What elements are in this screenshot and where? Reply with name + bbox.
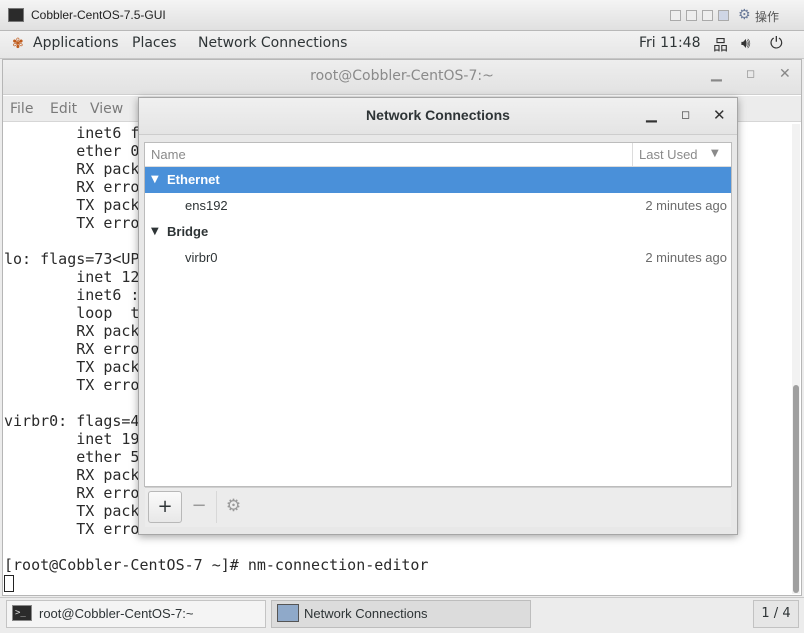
vm-settings-gear-icon[interactable]: ⚙: [738, 7, 751, 23]
sort-descending-icon[interactable]: ▼: [711, 148, 719, 159]
menu-edit[interactable]: Edit: [50, 101, 77, 117]
connection-name-virbr0[interactable]: virbr0: [185, 250, 218, 265]
terminal-close-button[interactable]: ✕: [779, 66, 791, 82]
vm-console-icon: [8, 8, 24, 22]
connections-list: [144, 142, 732, 487]
applications-icon[interactable]: ✾: [12, 36, 24, 52]
menu-view[interactable]: View: [90, 101, 123, 117]
column-header-name[interactable]: Name: [151, 147, 186, 162]
power-icon[interactable]: ⏻: [770, 33, 783, 53]
network-icon[interactable]: 品: [713, 34, 728, 55]
column-separator: [632, 143, 633, 167]
terminal-icon: >_: [12, 605, 32, 621]
volume-icon[interactable]: 🔊︎: [741, 34, 750, 52]
add-connection-button[interactable]: +: [148, 491, 182, 523]
edit-connection-gear-icon[interactable]: ⚙: [216, 491, 250, 523]
workspace-indicator[interactable]: 1 / 4: [753, 600, 799, 628]
vm-toolbar-button-3[interactable]: [702, 10, 713, 21]
terminal-maximize-button[interactable]: ◻: [746, 67, 755, 80]
vm-toolbar-button-1[interactable]: [670, 10, 681, 21]
vm-toolbar-button-4[interactable]: [718, 10, 729, 21]
dialog-minimize-button[interactable]: ▁: [646, 107, 657, 123]
connection-last-used-virbr0: 2 minutes ago: [645, 250, 727, 265]
group-label-ethernet: Ethernet: [167, 172, 220, 187]
applications-menu[interactable]: Applications: [33, 35, 119, 51]
active-app-menu[interactable]: Network Connections: [198, 35, 347, 51]
expander-down-icon[interactable]: ▼: [151, 174, 159, 185]
expander-down-icon[interactable]: ▼: [151, 226, 159, 237]
vm-toolbar-button-2[interactable]: [686, 10, 697, 21]
terminal-line: [root@Cobbler-CentOS-7 ~]# nm-connection…: [4, 556, 429, 574]
dialog-maximize-button[interactable]: ◻: [681, 108, 690, 121]
group-label-bridge[interactable]: Bridge: [167, 224, 208, 239]
network-connections-icon: [277, 604, 299, 622]
vm-window-title: Cobbler-CentOS-7.5-GUI: [31, 8, 166, 22]
connection-last-used-ens192: 2 minutes ago: [645, 198, 727, 213]
terminal-title: root@Cobbler-CentOS-7:~: [310, 68, 494, 84]
column-header-last-used[interactable]: Last Used: [639, 147, 698, 162]
taskbar-item-label-network-connections: Network Connections: [304, 606, 428, 621]
places-menu[interactable]: Places: [132, 35, 177, 51]
terminal-minimize-button[interactable]: ▁: [711, 66, 722, 82]
terminal-cursor: [4, 575, 14, 592]
clock[interactable]: Fri 11:48: [639, 35, 700, 51]
remove-connection-button[interactable]: −: [182, 491, 216, 523]
taskbar-item-label-terminal: root@Cobbler-CentOS-7:~: [39, 606, 194, 621]
menu-file[interactable]: File: [10, 101, 33, 117]
terminal-scrollbar-thumb[interactable]: [793, 385, 799, 593]
group-row-ethernet[interactable]: [145, 167, 731, 193]
dialog-close-button[interactable]: ✕: [713, 106, 726, 124]
connection-name-ens192[interactable]: ens192: [185, 198, 228, 213]
vm-operate-menu[interactable]: 操作: [755, 8, 779, 25]
